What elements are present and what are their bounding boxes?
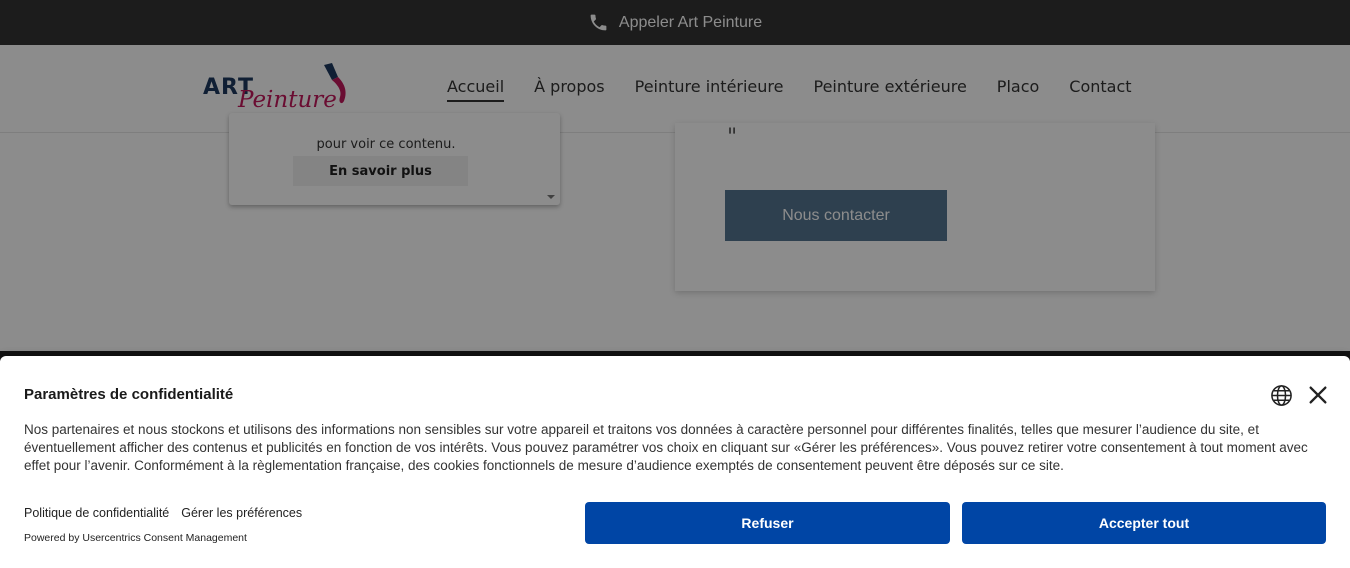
consent-description: Nos partenaires et nous stockons et util…	[24, 422, 1308, 473]
consent-links: Politique de confidentialité Gérer les p…	[24, 506, 302, 520]
manage-preferences-link[interactable]: Gérer les préférences	[181, 506, 302, 520]
consent-banner: Paramètres de confidentialité Nos parten…	[0, 356, 1350, 568]
privacy-policy-link[interactable]: Politique de confidentialité	[24, 506, 169, 520]
powered-by-text[interactable]: Powered by Usercentrics Consent Manageme…	[24, 532, 247, 544]
accept-all-button[interactable]: Accepter tout	[962, 502, 1326, 544]
globe-icon[interactable]	[1270, 384, 1293, 407]
consent-title: Paramètres de confidentialité	[24, 386, 234, 403]
refuse-button[interactable]: Refuser	[585, 502, 950, 544]
close-icon[interactable]	[1307, 384, 1329, 406]
